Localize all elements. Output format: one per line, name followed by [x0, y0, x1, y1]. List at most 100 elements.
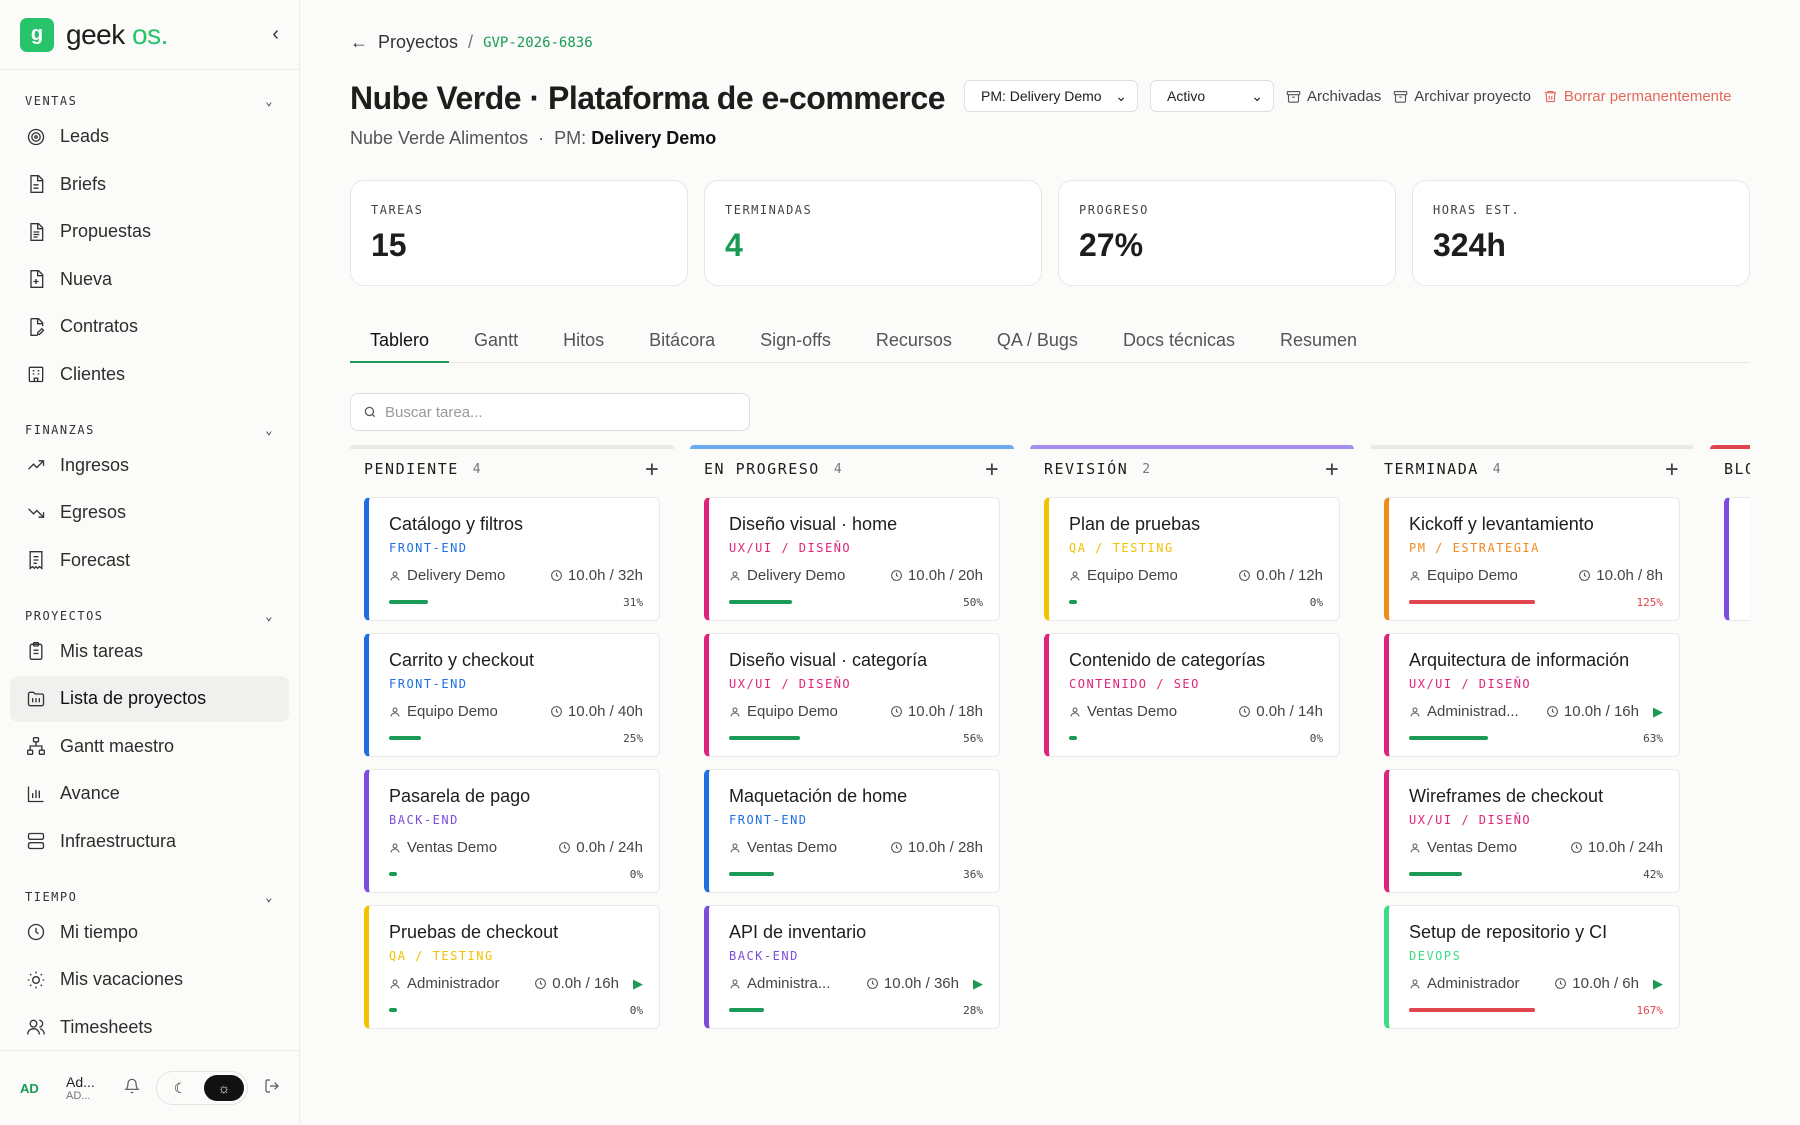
task-title: Wireframes de checkout [1409, 786, 1604, 806]
search-input[interactable]: Buscar tarea... [350, 393, 750, 431]
task-meta: Equipo Demo 0.0h / 12h [1069, 567, 1323, 584]
play-timer-icon[interactable]: ▶ [1653, 704, 1663, 720]
user-name: Ad... [66, 1073, 95, 1090]
column-count: 4 [1492, 461, 1501, 477]
progress-percent: 167% [1636, 1003, 1664, 1017]
task-card[interactable]: Diseño visual · home UX/UI / DISEÑO Deli… [704, 497, 1000, 621]
sidebar-item-mi-tiempo[interactable]: Mi tiempo [10, 909, 289, 955]
task-assignee: Ventas Demo [729, 839, 837, 856]
column-header: REVISIÓN 2 + [1030, 449, 1354, 489]
breadcrumb-projects-link[interactable]: Proyectos [378, 32, 458, 53]
sidebar-item-egresos[interactable]: Egresos [10, 490, 289, 536]
sidebar-item-briefs[interactable]: Briefs [10, 161, 289, 207]
add-task-icon[interactable]: + [1325, 457, 1340, 482]
collapse-sidebar-icon[interactable]: ‹ [272, 23, 279, 46]
pm-select[interactable]: PM: Delivery Demo ⌄ [964, 80, 1138, 112]
stat-label: PROGRESO [1079, 203, 1149, 217]
logout-icon[interactable] [264, 1078, 280, 1099]
tab-bitacora[interactable]: Bitácora [629, 320, 735, 363]
archive-icon [1393, 90, 1408, 103]
task-card[interactable]: Catálogo y filtros FRONT-END Delivery De… [364, 497, 660, 621]
tab-resumen[interactable]: Resumen [1260, 320, 1377, 363]
play-timer-icon[interactable]: ▶ [973, 976, 983, 992]
column-header: BLOQUEADA + [1710, 449, 1750, 489]
play-timer-icon[interactable]: ▶ [1653, 976, 1663, 992]
tab-qa-bugs[interactable]: QA / Bugs [977, 320, 1098, 363]
add-task-icon[interactable]: + [985, 457, 1000, 482]
task-hours: 10.0h / 16h [1546, 703, 1639, 720]
task-card[interactable]: API de inventario BACK-END Administra...… [704, 905, 1000, 1029]
sidebar-item-ingresos[interactable]: Ingresos [10, 442, 289, 488]
sidebar-item-timesheets[interactable]: Timesheets [10, 1004, 289, 1050]
tab-recursos[interactable]: Recursos [856, 320, 972, 363]
moon-icon[interactable]: ☾ [160, 1075, 200, 1101]
sidebar-item-mis-vacaciones[interactable]: Mis vacaciones [10, 957, 289, 1003]
task-card[interactable]: Kickoff y levantamiento PM / ESTRATEGIA … [1384, 497, 1680, 621]
tab-tablero[interactable]: Tablero [350, 320, 450, 363]
sidebar-item-lista-de-proyectos[interactable]: Lista de proyectos [10, 675, 289, 722]
sidebar-item-infraestructura[interactable]: Infraestructura [10, 818, 289, 864]
clock-icon [26, 922, 46, 942]
tab-gantt[interactable]: Gantt [454, 320, 538, 363]
theme-toggle[interactable]: ☾ ☼ [156, 1071, 248, 1105]
task-card[interactable]: Diseño visual · categoría UX/UI / DISEÑO… [704, 633, 1000, 757]
task-card[interactable] [1724, 497, 1750, 621]
task-card[interactable]: Maquetación de home FRONT-END Ventas Dem… [704, 769, 1000, 893]
task-card[interactable]: Pasarela de pago BACK-END Ventas Demo 0.… [364, 769, 660, 893]
nav-section-header[interactable]: FINANZAS ⌄ [0, 419, 299, 441]
progress-fill [389, 600, 429, 604]
task-card[interactable]: Plan de pruebas QA / TESTING Equipo Demo… [1044, 497, 1340, 621]
sidebar-item-nueva[interactable]: Nueva [10, 256, 289, 302]
user-icon [1070, 571, 1080, 581]
sidebar-item-clientes[interactable]: Clientes [10, 351, 289, 397]
task-hours: 0.0h / 14h [1238, 703, 1323, 720]
hours-value: 10.0h / 24h [1587, 839, 1663, 856]
nav-section-header[interactable]: VENTAS ⌄ [0, 90, 299, 112]
stat-value: 324h [1433, 227, 1506, 263]
task-progress: 0% [1069, 596, 1323, 609]
tab-docs-tecnicas[interactable]: Docs técnicas [1103, 320, 1255, 363]
task-hours: 10.0h / 18h [890, 703, 983, 720]
clock-icon [1547, 706, 1558, 717]
task-card[interactable]: Arquitectura de información UX/UI / DISE… [1384, 633, 1680, 757]
sidebar-item-propuestas[interactable]: Propuestas [10, 209, 289, 255]
brand-name: geek os. [66, 18, 168, 50]
sidebar-item-leads[interactable]: Leads [10, 114, 289, 160]
sidebar-item-contratos[interactable]: Contratos [10, 304, 289, 350]
nav-section-header[interactable]: TIEMPO ⌄ [0, 886, 299, 908]
page-title: Nube Verde · Plataforma de e-commerce [350, 80, 946, 116]
add-task-icon[interactable]: + [1665, 457, 1680, 482]
archived-button[interactable]: Archivadas [1286, 88, 1381, 105]
sun-icon[interactable]: ☼ [204, 1075, 244, 1101]
sidebar-item-mis-tareas[interactable]: Mis tareas [10, 628, 289, 674]
delete-project-button[interactable]: Borrar permanentemente [1543, 88, 1732, 105]
add-task-icon[interactable]: + [645, 457, 660, 482]
sidebar-item-avance[interactable]: Avance [10, 771, 289, 817]
task-progress: 42% [1409, 868, 1663, 881]
task-card[interactable]: Wireframes de checkout UX/UI / DISEÑO Ve… [1384, 769, 1680, 893]
assignee-name: Ventas Demo [1427, 839, 1518, 856]
avatar[interactable]: AD [20, 1081, 56, 1096]
task-card[interactable]: Contenido de categorías CONTENIDO / SEO … [1044, 633, 1340, 757]
task-card[interactable]: Pruebas de checkout QA / TESTING Adminis… [364, 905, 660, 1029]
tab-sign-offs[interactable]: Sign-offs [740, 320, 851, 363]
user-icon [1410, 843, 1420, 853]
archive-project-button[interactable]: Archivar proyecto [1393, 88, 1531, 105]
task-card[interactable]: Carrito y checkout FRONT-END Equipo Demo… [364, 633, 660, 757]
play-timer-icon[interactable]: ▶ [633, 976, 643, 992]
sidebar-item-gantt-maestro[interactable]: Gantt maestro [10, 723, 289, 769]
task-hours: 0.0h / 12h [1238, 567, 1323, 584]
clock-icon [1555, 978, 1567, 989]
task-card[interactable]: Setup de repositorio y CI DEVOPS Adminis… [1384, 905, 1680, 1029]
progress-bar [1409, 1008, 1619, 1012]
tab-hitos[interactable]: Hitos [543, 320, 624, 363]
bell-icon[interactable] [118, 1078, 146, 1099]
assignee-name: Ventas Demo [407, 839, 498, 856]
back-arrow-icon[interactable]: ← [350, 32, 368, 53]
sidebar-item-forecast[interactable]: Forecast [10, 537, 289, 583]
nav-section-header[interactable]: PROYECTOS ⌄ [0, 605, 299, 627]
stat-card-horas-est: HORAS EST. 324h [1412, 180, 1750, 286]
status-select[interactable]: Activo ⌄ [1150, 80, 1274, 112]
user-block[interactable]: Ad... AD... [66, 1074, 108, 1103]
task-hours: 10.0h / 28h [890, 839, 983, 856]
